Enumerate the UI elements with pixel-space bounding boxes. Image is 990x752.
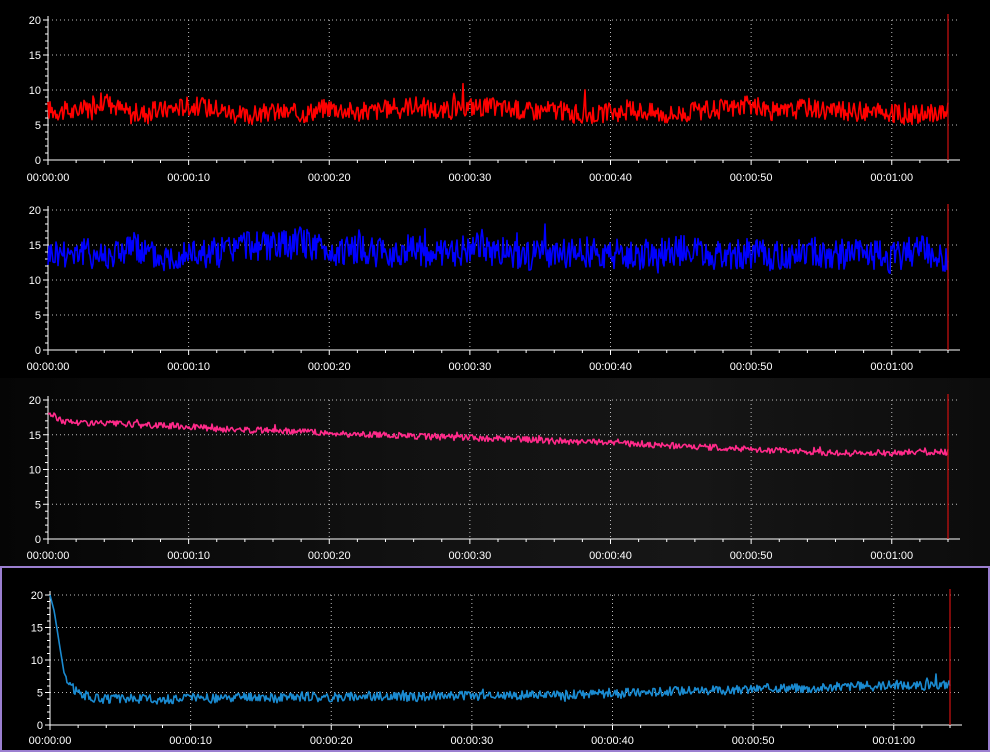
x-tick-label: 00:00:00 bbox=[27, 550, 70, 562]
x-tick-label: 00:00:20 bbox=[310, 735, 353, 747]
chart-svg-blue: 0 5 10 15 20 00:00:00 00:00:10 00:00:20 00:00:30… bbox=[27, 204, 960, 373]
x-tick-label: 00:00:20 bbox=[308, 361, 351, 373]
series-line bbox=[49, 594, 951, 705]
chart-svg-pink: 0 5 10 15 20 00:00:00 00:00:10 00:00:20 00:00:30… bbox=[27, 394, 960, 562]
series-line bbox=[47, 223, 949, 275]
y-tick-label: 20 bbox=[29, 205, 41, 217]
y-tick-label: 10 bbox=[29, 465, 41, 477]
chart-panel-red: 0 5 10 15 20 00:00:00 00:00:10 00:00:20 00:00:30… bbox=[0, 0, 990, 188]
y-tick-label: 15 bbox=[29, 240, 41, 252]
x-tick-label: 00:01:00 bbox=[870, 172, 913, 184]
y-tick-label: 0 bbox=[35, 155, 41, 167]
y-tick-label: 0 bbox=[37, 720, 43, 732]
x-tick-label: 00:00:20 bbox=[308, 172, 351, 184]
x-tick-label: 00:00:30 bbox=[448, 361, 491, 373]
y-tick-label: 20 bbox=[29, 15, 41, 27]
x-tick-label: 00:00:50 bbox=[730, 172, 773, 184]
chart-panel-pink: 0 5 10 15 20 00:00:00 00:00:10 00:00:20 00:00:30… bbox=[0, 378, 990, 568]
y-tick-label: 10 bbox=[31, 655, 43, 667]
x-tick-label: 00:00:20 bbox=[308, 550, 351, 562]
y-tick-label: 5 bbox=[35, 499, 41, 511]
x-tick-label: 00:00:50 bbox=[730, 550, 773, 562]
x-tick-label: 00:00:30 bbox=[448, 172, 491, 184]
x-tick-label: 00:00:10 bbox=[167, 361, 210, 373]
x-tick-label: 00:01:00 bbox=[870, 550, 913, 562]
x-tick-label: 00:00:40 bbox=[589, 361, 632, 373]
x-tick-label: 00:00:30 bbox=[448, 550, 491, 562]
chart-panel-cyan[interactable]: 0 5 10 15 20 00:00:00 00:00:10 00:00:20 00:00:30… bbox=[0, 566, 990, 752]
x-tick-label: 00:00:00 bbox=[27, 172, 70, 184]
y-tick-label: 15 bbox=[29, 50, 41, 62]
x-tick-label: 00:00:50 bbox=[730, 361, 773, 373]
y-tick-label: 20 bbox=[29, 395, 41, 407]
x-tick-label: 00:01:00 bbox=[872, 735, 915, 747]
x-tick-label: 00:00:40 bbox=[591, 735, 634, 747]
x-tick-label: 00:00:10 bbox=[167, 172, 210, 184]
y-tick-label: 10 bbox=[29, 275, 41, 287]
x-tick-label: 00:00:00 bbox=[27, 361, 70, 373]
x-tick-label: 00:00:30 bbox=[450, 735, 493, 747]
x-tick-label: 00:00:10 bbox=[169, 735, 212, 747]
y-tick-label: 5 bbox=[35, 310, 41, 322]
y-tick-label: 10 bbox=[29, 85, 41, 97]
x-tick-label: 00:00:00 bbox=[29, 735, 72, 747]
x-tick-label: 00:00:40 bbox=[589, 550, 632, 562]
x-tick-label: 00:00:50 bbox=[732, 735, 775, 747]
x-tick-label: 00:00:40 bbox=[589, 172, 632, 184]
x-tick-label: 00:00:10 bbox=[167, 550, 210, 562]
chart-svg-red: 0 5 10 15 20 00:00:00 00:00:10 00:00:20 00:00:30… bbox=[27, 14, 960, 184]
y-tick-label: 15 bbox=[31, 623, 43, 635]
x-tick-label: 00:01:00 bbox=[870, 361, 913, 373]
y-tick-label: 5 bbox=[35, 120, 41, 132]
chart-panel-blue: 0 5 10 15 20 00:00:00 00:00:10 00:00:20 00:00:30… bbox=[0, 188, 990, 378]
chart-svg-cyan: 0 5 10 15 20 00:00:00 00:00:10 00:00:20 00:00:30… bbox=[29, 589, 962, 747]
y-tick-label: 0 bbox=[35, 534, 41, 546]
y-tick-label: 15 bbox=[29, 430, 41, 442]
y-tick-label: 0 bbox=[35, 345, 41, 357]
y-tick-label: 20 bbox=[31, 590, 43, 602]
y-tick-label: 5 bbox=[37, 688, 43, 700]
